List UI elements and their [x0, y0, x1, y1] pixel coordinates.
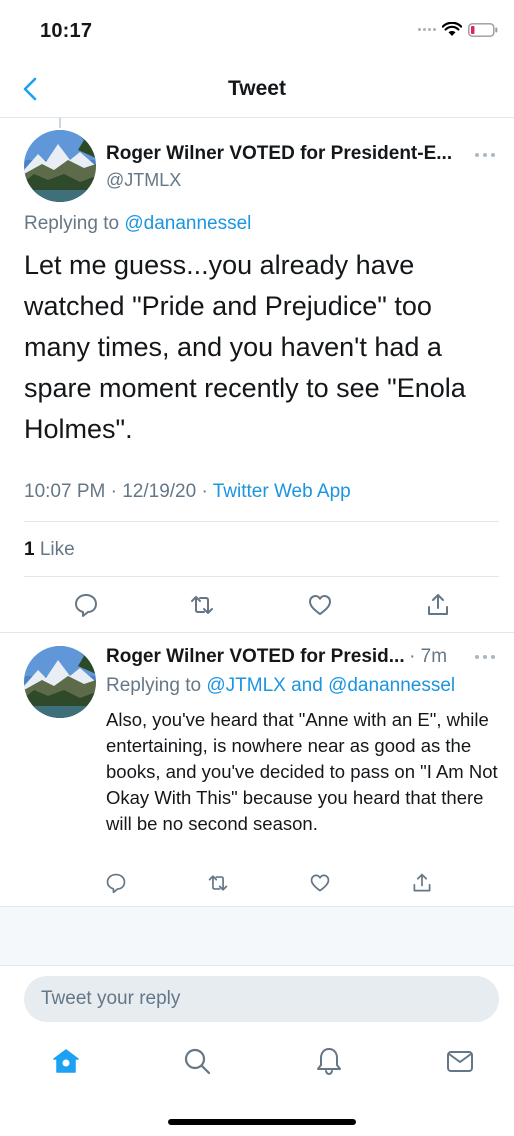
status-bar: 10:17: [0, 0, 514, 62]
meta-separator: ·: [201, 481, 208, 502]
reply-input[interactable]: [24, 976, 499, 1022]
wifi-icon: [442, 22, 462, 36]
share-icon[interactable]: [425, 592, 451, 618]
author-name[interactable]: Roger Wilner VOTED for President-E...: [106, 143, 476, 165]
replying-to-link[interactable]: @danannessel: [328, 675, 455, 696]
more-icon[interactable]: [474, 652, 496, 662]
like-count: 1: [24, 539, 35, 560]
more-icon[interactable]: [474, 150, 496, 160]
retweet-icon[interactable]: [207, 872, 229, 894]
replying-to-link[interactable]: @danannessel: [124, 213, 251, 234]
search-icon[interactable]: [182, 1046, 212, 1076]
replying-to-link[interactable]: @JTMLX: [206, 675, 285, 696]
compose-bar: [0, 965, 514, 1136]
author-avatar[interactable]: [24, 130, 96, 202]
tweet-meta: 10:07 PM · 12/19/20 · Twitter Web App: [24, 481, 351, 503]
status-icons: [418, 22, 498, 37]
replying-to: Replying to @danannessel: [24, 213, 251, 235]
reply-replying-to: Replying to @JTMLX and @danannessel: [106, 675, 455, 697]
like-icon[interactable]: [309, 872, 331, 894]
reply-time: · 7m: [409, 646, 448, 667]
reply-tweet-text: Also, you've heard that "Anne with an E"…: [106, 709, 498, 834]
retweet-icon[interactable]: [189, 592, 215, 618]
reply-author-name[interactable]: Roger Wilner VOTED for Presid...: [106, 646, 405, 667]
home-indicator: [168, 1119, 356, 1125]
like-count-label: Like: [39, 539, 75, 560]
notifications-icon[interactable]: [314, 1046, 344, 1076]
like-count-row[interactable]: 1 Like: [24, 539, 75, 561]
like-icon[interactable]: [307, 592, 333, 618]
tweet-text: Let me guess...you already have watched …: [24, 250, 466, 444]
reply-author-avatar[interactable]: [24, 646, 96, 718]
status-time: 10:17: [40, 20, 93, 42]
signal-icon: [418, 28, 436, 31]
reply-header: Roger Wilner VOTED for Presid... · 7m: [106, 646, 471, 670]
tweet-time: 10:07 PM: [24, 481, 106, 502]
reply-icon[interactable]: [73, 592, 99, 618]
divider: [24, 521, 499, 522]
messages-icon[interactable]: [445, 1046, 475, 1076]
page-title: Tweet: [228, 77, 286, 100]
replying-and: and: [291, 675, 323, 696]
tweet-source[interactable]: Twitter Web App: [213, 481, 351, 502]
share-icon[interactable]: [411, 872, 433, 894]
battery-low-icon: [468, 22, 498, 37]
replying-prefix: Replying to: [24, 213, 120, 234]
reply-icon[interactable]: [105, 872, 127, 894]
tweet-date: 12/19/20: [122, 481, 197, 502]
meta-separator: ·: [110, 481, 117, 502]
divider: [24, 576, 499, 577]
top-nav: Tweet: [0, 62, 514, 118]
home-icon[interactable]: [51, 1046, 81, 1076]
author-handle[interactable]: @JTMLX: [106, 170, 181, 191]
replying-prefix: Replying to: [106, 675, 202, 696]
empty-space: [0, 907, 514, 965]
divider: [0, 632, 514, 633]
thread-connector: [59, 118, 61, 128]
